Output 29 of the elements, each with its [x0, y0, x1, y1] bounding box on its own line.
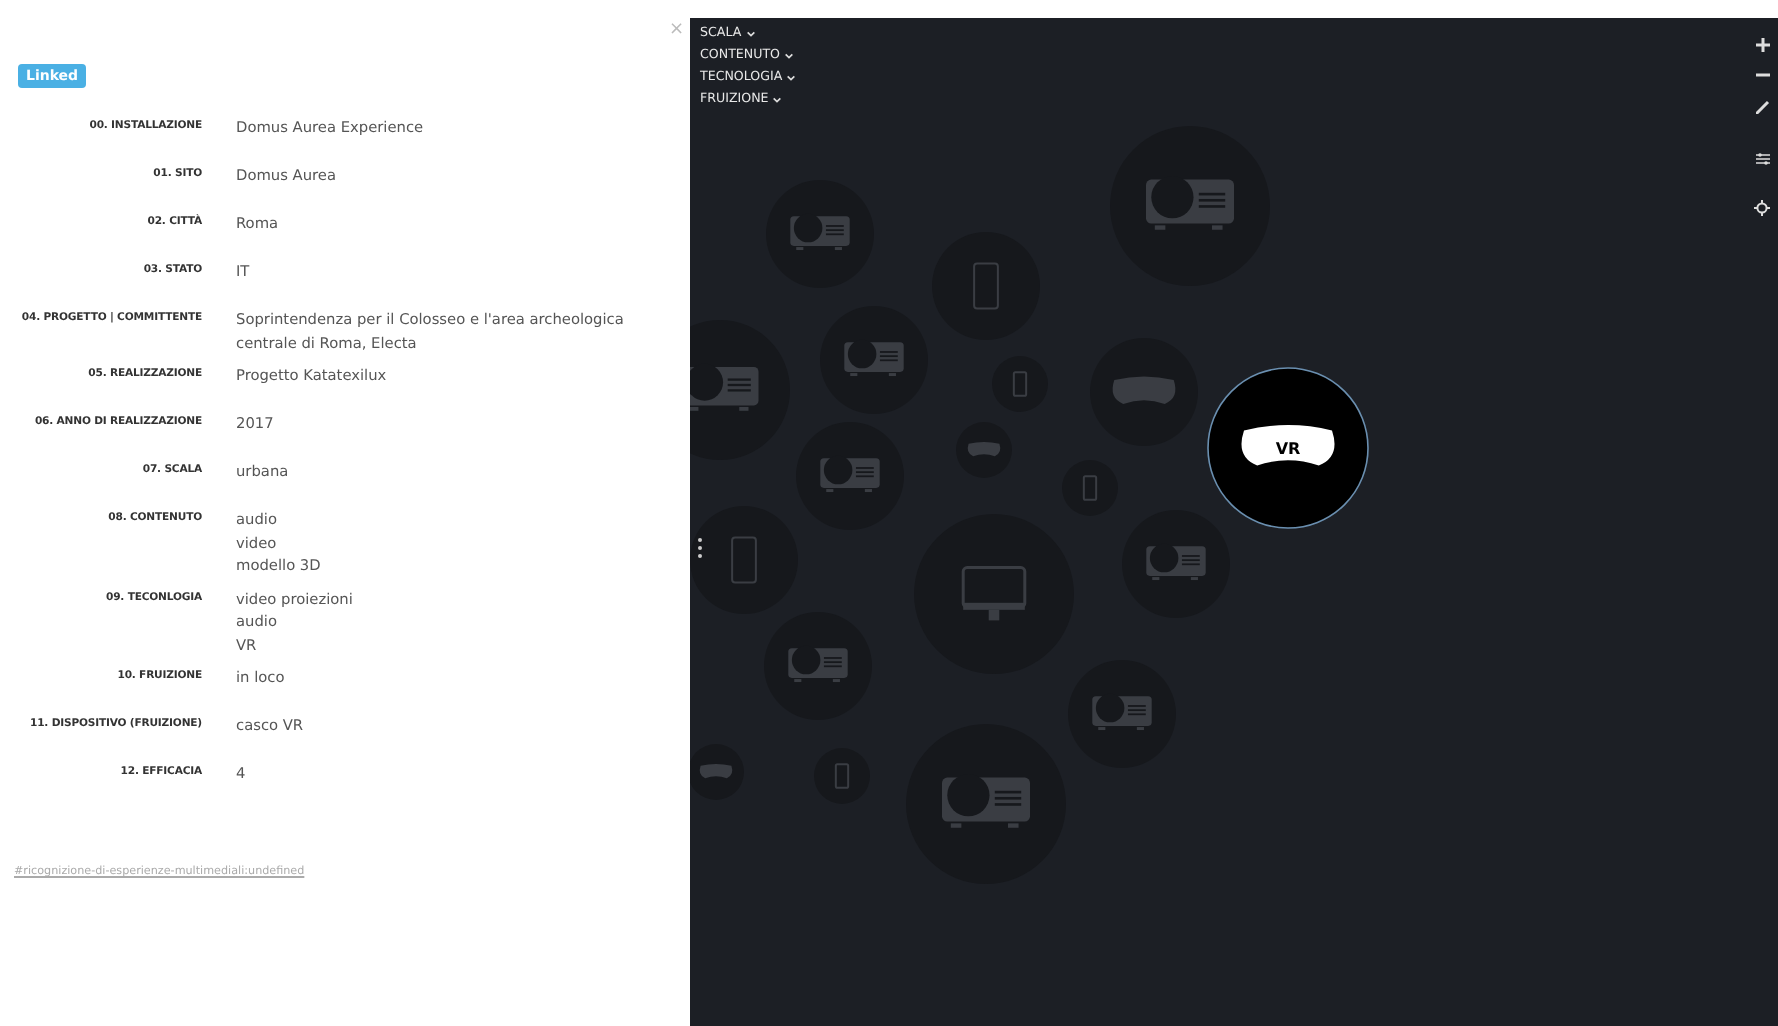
chevron-down-icon: [784, 51, 795, 59]
projector-node[interactable]: [766, 180, 874, 288]
phone-node[interactable]: [814, 748, 870, 804]
phone-node[interactable]: [932, 232, 1040, 340]
phone-node[interactable]: [992, 356, 1048, 412]
crosshair-icon[interactable]: [1754, 200, 1770, 216]
headset-node[interactable]: [956, 422, 1012, 478]
projector-node[interactable]: [1110, 126, 1270, 286]
chevron-down-icon: [786, 73, 797, 81]
phone-node[interactable]: [690, 506, 798, 614]
projector-node[interactable]: [1068, 660, 1176, 768]
chevron-down-icon: [745, 29, 756, 37]
drag-handle[interactable]: [698, 538, 702, 558]
projector-node[interactable]: [820, 306, 928, 414]
headset-node[interactable]: [690, 744, 744, 800]
projector-node[interactable]: [764, 612, 872, 720]
zoom-out-button[interactable]: [1755, 68, 1769, 82]
headset-node[interactable]: [1090, 338, 1198, 446]
chevron-down-icon: [772, 95, 783, 103]
headset-node[interactable]: VR: [1207, 367, 1369, 529]
sliders-icon[interactable]: [1755, 152, 1769, 166]
phone-node[interactable]: [1062, 460, 1118, 516]
pen-icon[interactable]: [1755, 100, 1769, 114]
zoom-in-button[interactable]: [1755, 38, 1769, 52]
projector-node[interactable]: [690, 320, 790, 460]
monitor-node[interactable]: [914, 514, 1074, 674]
projector-node[interactable]: [796, 422, 904, 530]
projector-node[interactable]: [1122, 510, 1230, 618]
projector-node[interactable]: [906, 724, 1066, 884]
